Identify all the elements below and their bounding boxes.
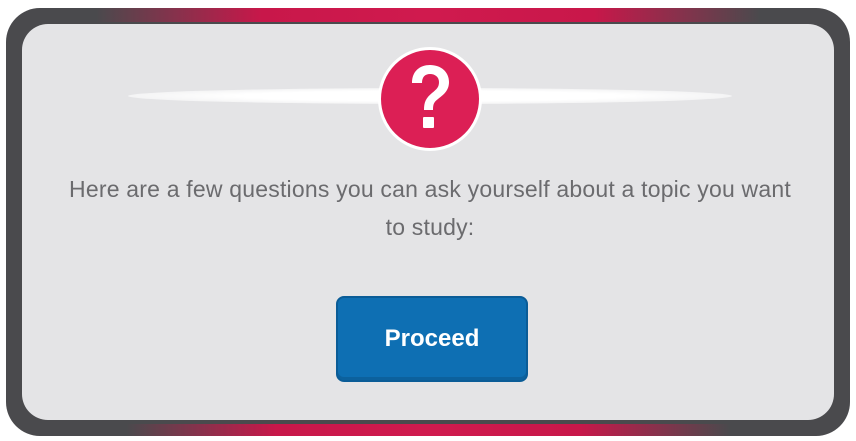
dialog-message: Here are a few questions you can ask you… <box>69 176 791 240</box>
question-mark-icon <box>378 47 482 151</box>
proceed-button[interactable]: Proceed <box>336 296 528 382</box>
frame-accent-top <box>96 8 760 22</box>
stage: Here are a few questions you can ask you… <box>0 0 856 441</box>
frame-accent-bottom <box>126 424 730 436</box>
question-mark-glyph <box>412 65 449 128</box>
